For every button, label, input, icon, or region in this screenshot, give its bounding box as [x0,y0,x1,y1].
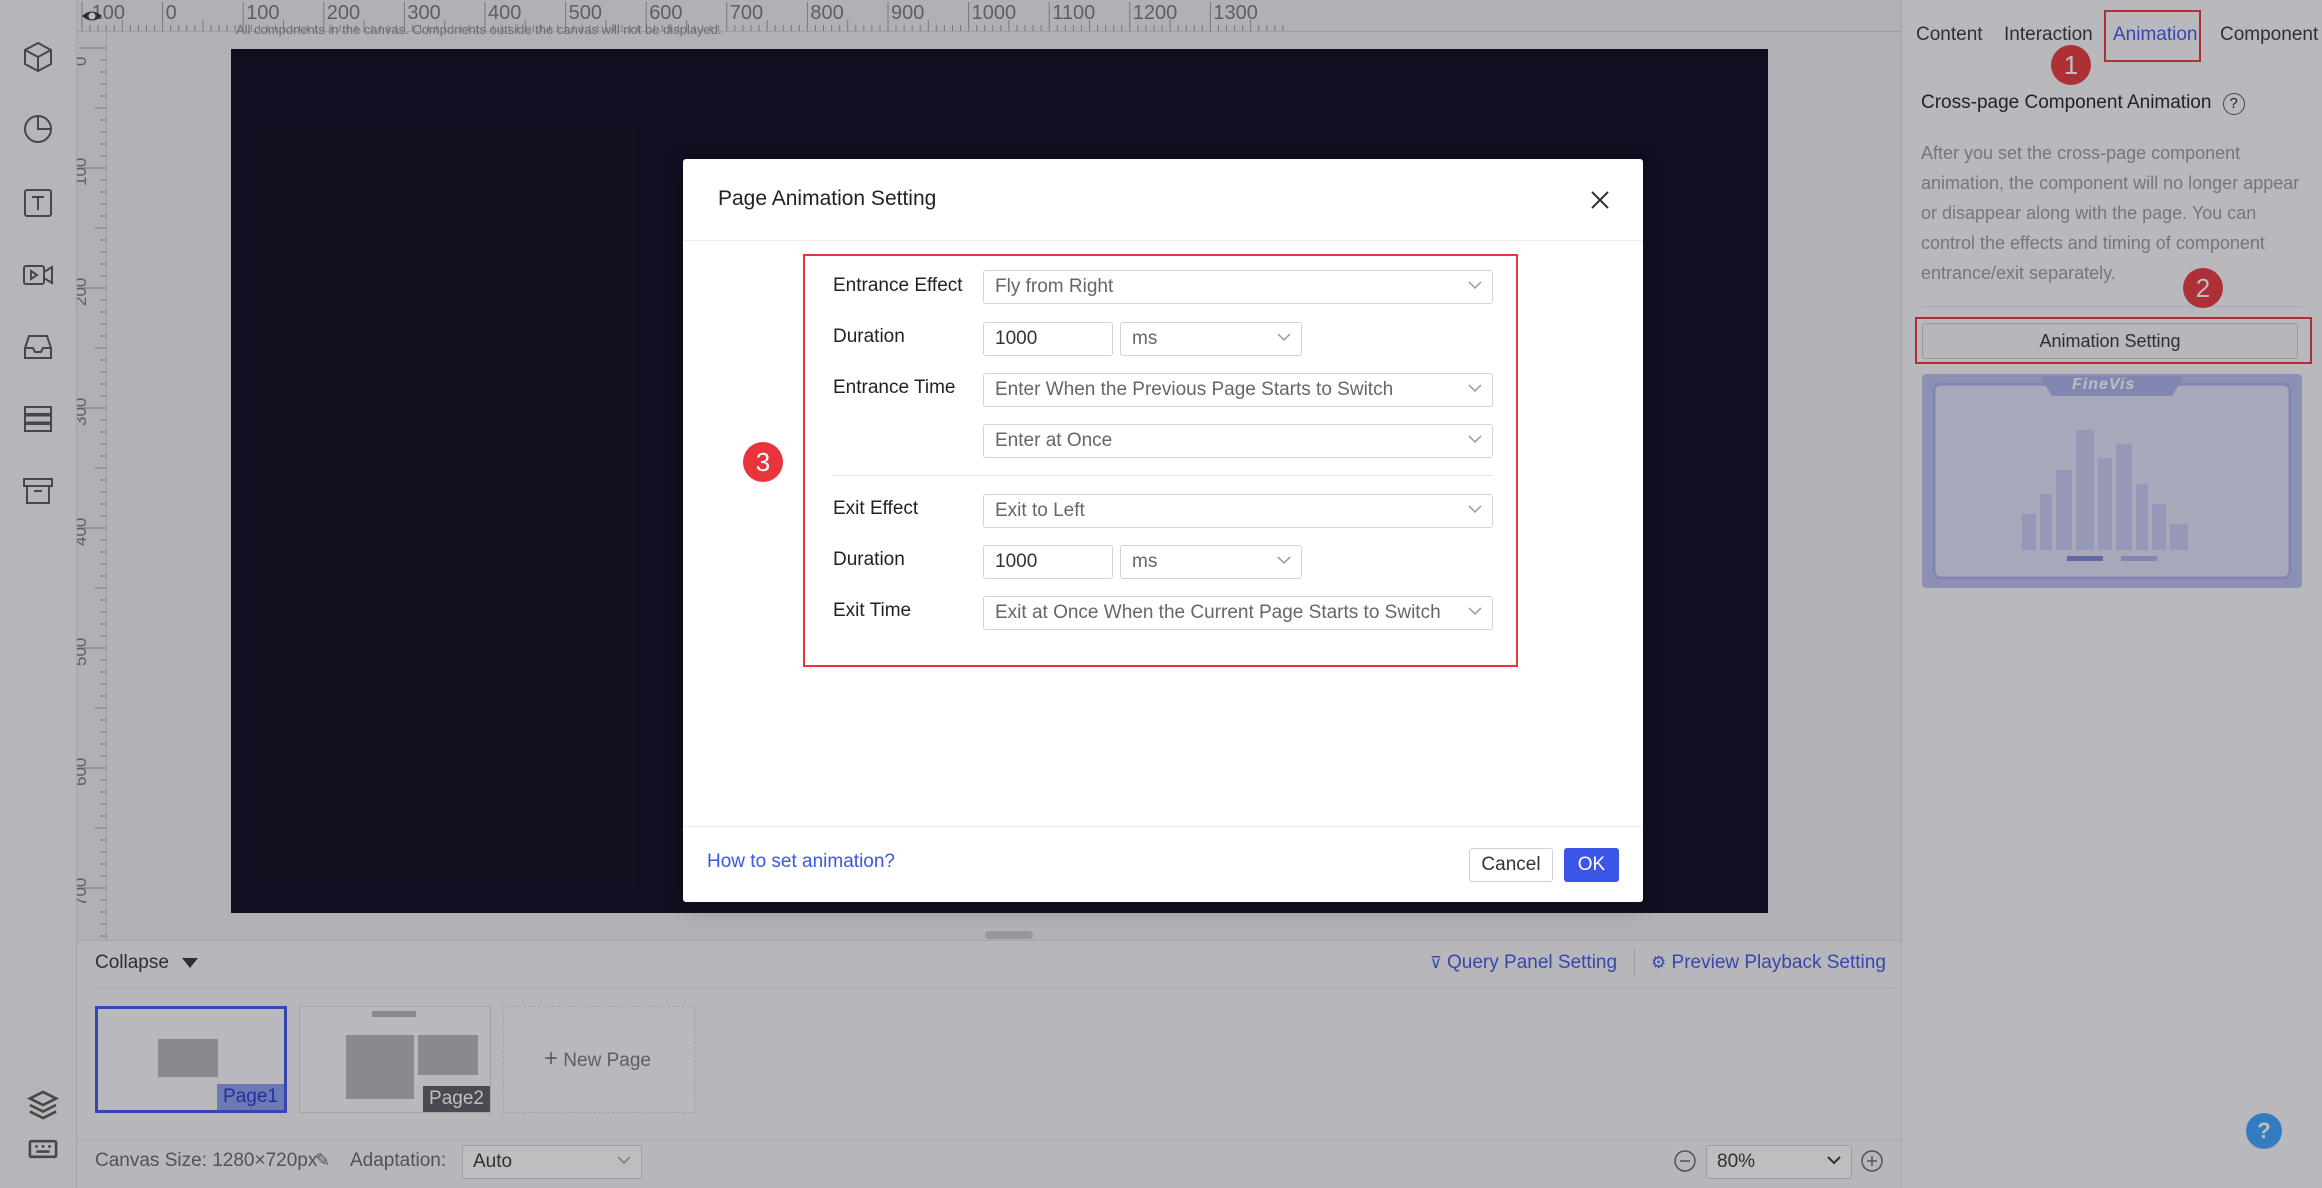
dialog-title: Page Animation Setting [718,187,937,210]
entrance-duration-unit-select[interactable]: ms [1120,322,1302,356]
chevron-down-icon [1468,607,1482,616]
entrance-duration-input[interactable]: 1000 [983,322,1113,356]
close-icon[interactable] [1589,189,1611,211]
exit-duration-unit: ms [1132,551,1158,572]
annotation-badge-3: 3 [743,442,783,482]
entrance-time-value: Enter When the Previous Page Starts to S… [995,379,1394,400]
entrance-mode-value: Enter at Once [995,430,1113,451]
chevron-down-icon [1277,333,1291,342]
ok-button[interactable]: OK [1564,848,1619,882]
chevron-down-icon [1468,435,1482,444]
exit-effect-label: Exit Effect [833,498,919,519]
cancel-button[interactable]: Cancel [1469,848,1553,882]
exit-time-value: Exit at Once When the Current Page Start… [995,602,1441,623]
exit-time-label: Exit Time [833,600,912,621]
entrance-time-select[interactable]: Enter When the Previous Page Starts to S… [983,373,1493,407]
exit-duration-label: Duration [833,549,905,570]
entrance-effect-select[interactable]: Fly from Right [983,270,1493,304]
exit-duration-input[interactable]: 1000 [983,545,1113,579]
chevron-down-icon [1277,556,1291,565]
entrance-duration-label: Duration [833,326,905,347]
exit-effect-value: Exit to Left [995,500,1085,521]
chevron-down-icon [1468,281,1482,290]
help-link[interactable]: How to set animation? [707,851,895,873]
entrance-time-label: Entrance Time [833,377,956,398]
entrance-mode-select[interactable]: Enter at Once [983,424,1493,458]
page-animation-dialog: Page Animation Setting 3 Entrance Effect… [683,159,1643,902]
exit-duration-unit-select[interactable]: ms [1120,545,1302,579]
chevron-down-icon [1468,505,1482,514]
form-divider [833,475,1493,476]
entrance-effect-label: Entrance Effect [833,275,963,296]
entrance-effect-value: Fly from Right [995,276,1114,297]
exit-effect-select[interactable]: Exit to Left [983,494,1493,528]
entrance-duration-unit: ms [1132,328,1158,349]
exit-time-select[interactable]: Exit at Once When the Current Page Start… [983,596,1493,630]
chevron-down-icon [1468,384,1482,393]
